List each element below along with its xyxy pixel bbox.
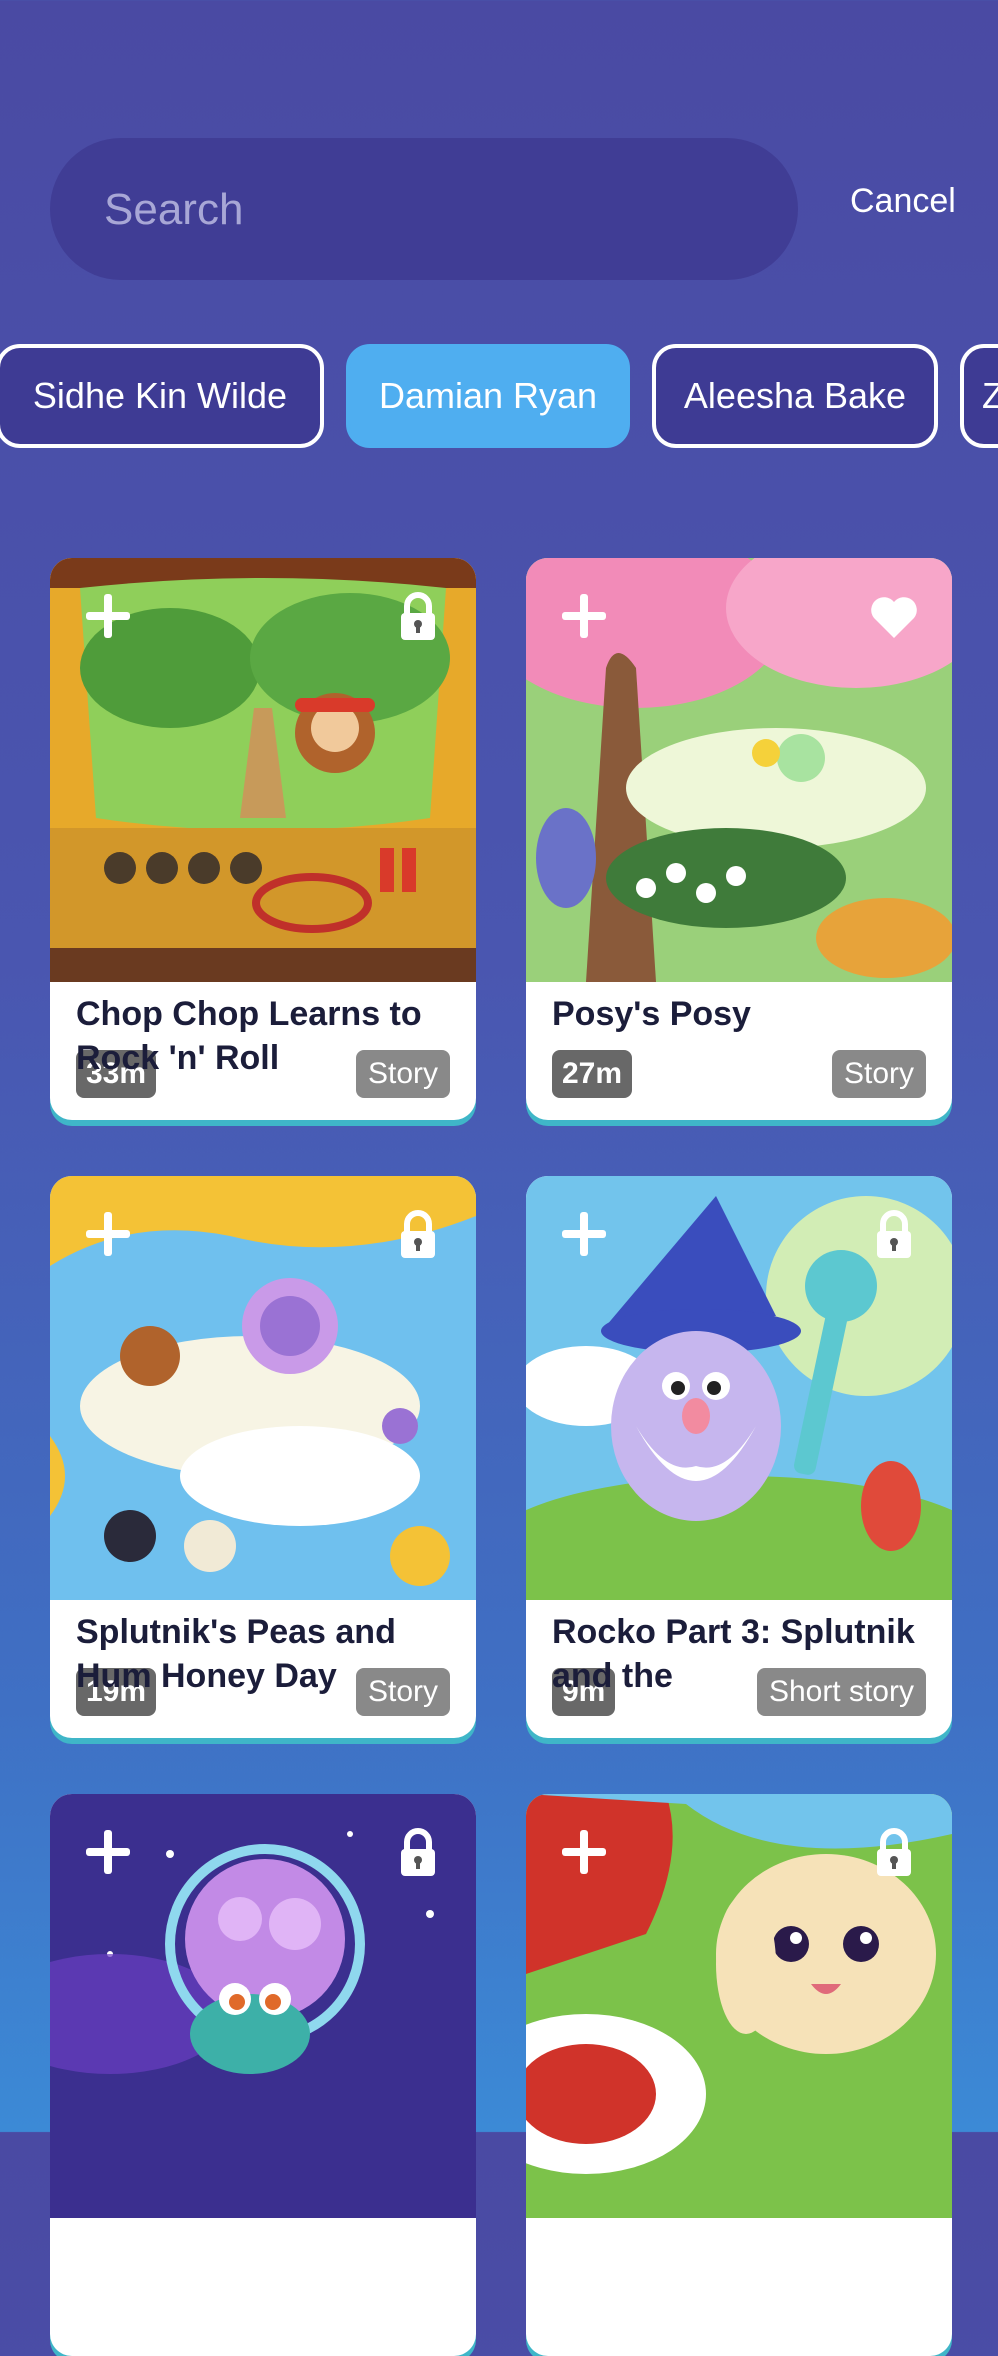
search-input[interactable] (102, 138, 746, 282)
author-chip-row[interactable]: Sidhe Kin Wilde Damian Ryan Aleesha Bake… (0, 344, 998, 450)
story-card[interactable]: 19m Story Splutnik's Peas and Hum Honey … (50, 1176, 476, 1738)
chip-aleesha-bake[interactable]: Aleesha Bake (652, 344, 938, 448)
search-bar[interactable] (50, 138, 798, 282)
story-card[interactable] (50, 1794, 476, 2356)
story-title: Posy's Posy (552, 995, 751, 1033)
story-card[interactable]: 33m Story Chop Chop Learns to Rock 'n' R… (50, 558, 476, 1120)
add-icon[interactable] (80, 588, 136, 644)
lock-icon (390, 1206, 446, 1262)
story-title: Splutnik's Peas and Hum Honey Day (76, 1613, 396, 1695)
add-icon[interactable] (556, 1824, 612, 1880)
chip-sidhe-kin-wilde[interactable]: Sidhe Kin Wilde (0, 344, 324, 448)
lock-icon (866, 1206, 922, 1262)
chip-damian-ryan[interactable]: Damian Ryan (346, 344, 630, 448)
lock-icon (866, 1824, 922, 1880)
lock-icon (390, 1824, 446, 1880)
add-icon[interactable] (556, 1206, 612, 1262)
story-card[interactable] (526, 1794, 952, 2356)
story-title: Chop Chop Learns to Rock 'n' Roll (76, 995, 422, 1077)
cancel-button[interactable]: Cancel (850, 182, 956, 221)
lock-icon (390, 588, 446, 644)
story-card[interactable]: 9m Short story Rocko Part 3: Splutnik an… (526, 1176, 952, 1738)
add-icon[interactable] (80, 1824, 136, 1880)
heart-icon[interactable] (866, 588, 922, 644)
add-icon[interactable] (556, 588, 612, 644)
add-icon[interactable] (80, 1206, 136, 1262)
story-title: Rocko Part 3: Splutnik and the (552, 1613, 915, 1695)
chip-partial[interactable]: Z (960, 344, 998, 448)
story-card[interactable]: 27m Story Posy's Posy (526, 558, 952, 1120)
